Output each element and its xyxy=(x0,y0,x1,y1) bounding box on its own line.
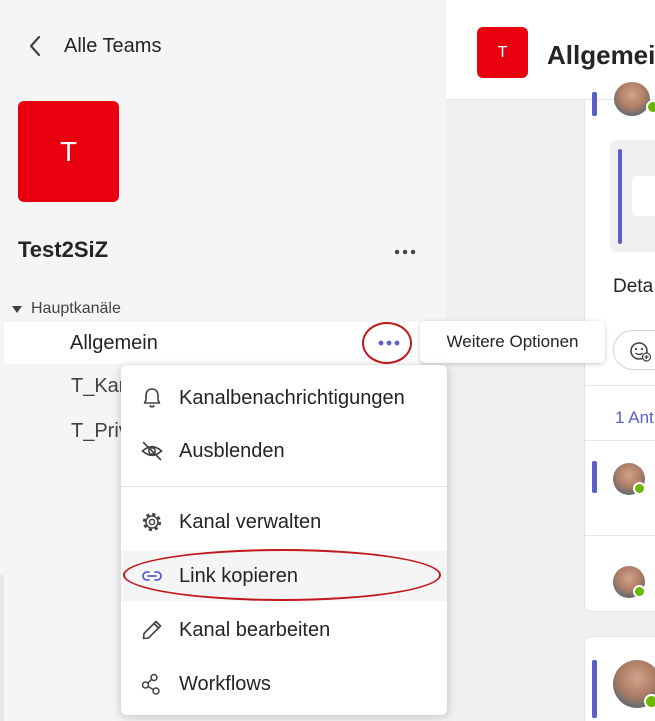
channel-more-options-button[interactable] xyxy=(376,332,402,354)
menu-item-workflows[interactable]: Workflows xyxy=(121,659,447,709)
menu-item-edit-channel[interactable]: Kanal bearbeiten xyxy=(121,605,447,655)
unread-indicator xyxy=(592,461,597,493)
team-avatar: T xyxy=(18,101,119,202)
channel-context-menu: Kanalbenachrichtigungen Ausblenden Kanal… xyxy=(121,365,447,715)
workflow-icon xyxy=(140,672,164,696)
eye-off-icon xyxy=(140,439,164,463)
channel-item-allgemein[interactable]: Allgemein xyxy=(4,322,446,364)
menu-item-label: Link kopieren xyxy=(179,564,298,587)
presence-available-icon xyxy=(646,100,655,114)
channel-label: Allgemein xyxy=(70,332,158,354)
menu-divider xyxy=(121,486,447,487)
caret-down-icon xyxy=(12,305,22,313)
card-attachment-inner xyxy=(632,176,655,216)
more-options-tooltip: Weitere Optionen xyxy=(420,321,605,363)
panel-edge xyxy=(0,575,4,721)
menu-item-manage-channel[interactable]: Kanal verwalten xyxy=(121,497,447,547)
back-to-all-teams-button[interactable]: Alle Teams xyxy=(28,30,161,62)
emoji-add-icon xyxy=(630,342,652,362)
channel-title: Allgemein xyxy=(547,40,655,70)
team-name: Test2SiZ xyxy=(18,237,109,262)
menu-item-label: Kanal verwalten xyxy=(179,510,322,533)
back-label: Alle Teams xyxy=(64,34,162,57)
more-horizontal-icon xyxy=(394,249,416,255)
menu-item-label: Ausblenden xyxy=(179,439,285,462)
pencil-icon xyxy=(140,618,164,642)
card-accent-bar xyxy=(618,149,622,244)
section-header-main-channels[interactable]: Hauptkanäle xyxy=(12,298,121,320)
bell-icon xyxy=(140,386,164,410)
divider xyxy=(585,385,655,386)
channel-avatar: T xyxy=(477,27,528,78)
reaction-button[interactable] xyxy=(613,330,655,370)
menu-item-channel-notifications[interactable]: Kanalbenachrichtigungen xyxy=(121,373,447,423)
unread-indicator xyxy=(592,660,597,718)
link-icon xyxy=(140,564,164,588)
gear-icon xyxy=(140,510,164,534)
post-preview-text: Deta xyxy=(613,276,654,297)
team-more-options-button[interactable] xyxy=(390,240,420,264)
presence-available-icon xyxy=(644,694,655,709)
presence-available-icon xyxy=(633,585,646,598)
unread-indicator xyxy=(592,92,597,116)
reply-count-link[interactable]: 1 Ant xyxy=(615,408,654,428)
menu-item-hide[interactable]: Ausblenden xyxy=(121,426,447,476)
section-label: Hauptkanäle xyxy=(31,300,121,317)
presence-available-icon xyxy=(633,482,646,495)
menu-item-copy-link[interactable]: Link kopieren xyxy=(121,551,447,601)
menu-item-label: Workflows xyxy=(179,672,271,695)
chevron-left-icon xyxy=(28,35,46,57)
more-horizontal-icon xyxy=(378,340,400,346)
menu-item-label: Kanalbenachrichtigungen xyxy=(179,386,405,409)
menu-item-label: Kanal bearbeiten xyxy=(179,618,331,641)
divider xyxy=(585,535,655,536)
divider xyxy=(585,440,655,441)
avatar xyxy=(614,82,650,116)
channel-item-t-kar[interactable]: T_Kar xyxy=(71,375,125,398)
